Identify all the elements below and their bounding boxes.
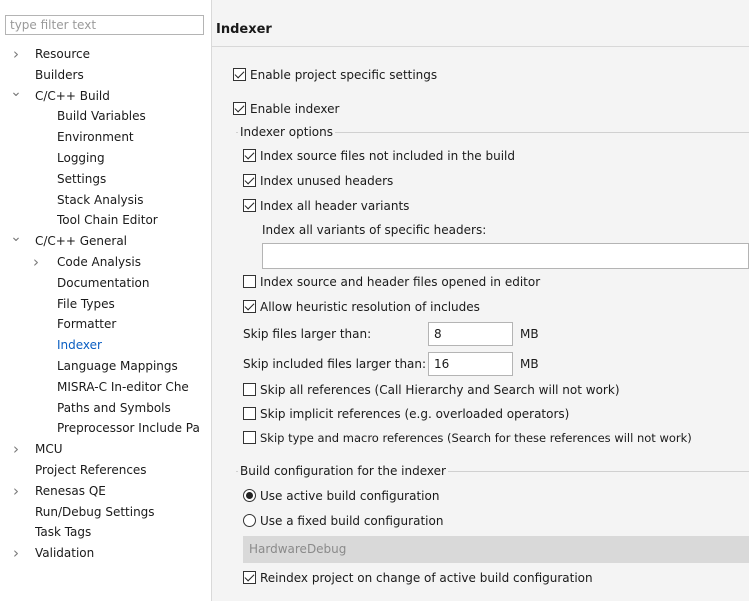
tree-item-label: Build Variables <box>57 109 146 123</box>
tree-item[interactable]: › Renesas QE <box>0 481 211 501</box>
radio-selected-icon <box>243 489 256 502</box>
tree-item[interactable]: › MCU <box>0 439 211 459</box>
tree-item[interactable]: Project References <box>0 460 211 480</box>
checkbox-checked-icon <box>243 199 256 212</box>
tree-item-label: Run/Debug Settings <box>35 505 155 519</box>
checkbox-unchecked-icon <box>243 275 256 288</box>
filter-input[interactable] <box>5 15 204 35</box>
build-config-group-label: Build configuration for the indexer <box>238 462 448 480</box>
tree-item-label: MCU <box>35 442 63 456</box>
tree-item[interactable]: Stack Analysis <box>0 190 211 210</box>
tree-item-label: Project References <box>35 463 147 477</box>
tree-item[interactable]: Language Mappings <box>0 356 211 376</box>
checkbox-unchecked-icon <box>243 431 256 444</box>
tree-item[interactable]: Documentation <box>0 273 211 293</box>
tree-item-label: Tool Chain Editor <box>57 213 158 227</box>
checkbox-checked-icon <box>243 149 256 162</box>
tree-item[interactable]: Tool Chain Editor <box>0 210 211 230</box>
tree-item-label: Logging <box>57 151 105 165</box>
chevron-down-icon[interactable]: ⌄ <box>9 227 23 247</box>
radio-unselected-icon <box>243 514 256 527</box>
skip-files-larger-input[interactable]: 8 <box>428 322 513 346</box>
tree-item[interactable]: Build Variables <box>0 106 211 126</box>
tree-item[interactable]: ⌄ C/C++ Build <box>0 84 211 106</box>
tree-item-label: Stack Analysis <box>57 193 144 207</box>
tree-item-label: Resource <box>35 47 91 61</box>
tree-item[interactable]: Logging <box>0 148 211 168</box>
indexer-properties-page: Indexer Enable project specific settings… <box>212 0 749 601</box>
chevron-right-icon[interactable]: › <box>29 252 43 272</box>
tree-item[interactable]: Paths and Symbols <box>0 398 211 418</box>
checkbox-checked-icon <box>233 68 246 81</box>
tree-item-label: Preprocessor Include Pa <box>57 421 200 435</box>
tree-item-label: Task Tags <box>35 525 92 539</box>
tree-item-label: Code Analysis <box>57 255 141 269</box>
tree-item[interactable]: MISRA-C In-editor Che <box>0 377 211 397</box>
tree-item[interactable]: Settings <box>0 169 211 189</box>
skip-included-larger-label: Skip included files larger than: <box>243 357 427 371</box>
page-header: Indexer <box>212 0 749 47</box>
tree-item[interactable]: › Code Analysis <box>0 252 211 272</box>
variants-specific-headers-field[interactable] <box>262 243 749 269</box>
tree-item[interactable]: Run/Debug Settings <box>0 502 211 522</box>
tree-item-label: Settings <box>57 172 107 186</box>
chevron-right-icon[interactable]: › <box>9 44 23 64</box>
tree-item[interactable]: Environment <box>0 127 211 147</box>
tree-item-label: Renesas QE <box>35 484 106 498</box>
tree-item-label: Paths and Symbols <box>57 401 171 415</box>
tree-item-label: Validation <box>35 546 95 560</box>
chevron-right-icon[interactable]: › <box>9 543 23 563</box>
checkbox-unchecked-icon <box>243 407 256 420</box>
tree-item-label: C/C++ General <box>35 234 128 248</box>
tree-item-label: Environment <box>57 130 134 144</box>
tree-item[interactable]: › Validation <box>0 543 211 563</box>
tree-item[interactable]: Task Tags <box>0 522 211 542</box>
tree-item-label: MISRA-C In-editor Che <box>57 380 189 394</box>
skip-files-larger-unit: MB <box>520 327 539 341</box>
tree-item-label: Language Mappings <box>57 359 178 373</box>
tree-item[interactable]: File Types <box>0 294 211 314</box>
tree-item-label: Formatter <box>57 317 117 331</box>
checkbox-checked-icon <box>233 102 246 115</box>
tree-item-label: C/C++ Build <box>35 89 110 103</box>
checkbox-checked-icon <box>243 571 256 584</box>
tree-item[interactable]: Builders <box>0 65 211 85</box>
tree-item-label: File Types <box>57 297 115 311</box>
page-title: Indexer <box>216 22 272 37</box>
tree-item[interactable]: Indexer <box>0 335 211 355</box>
checkbox-unchecked-icon <box>243 383 256 396</box>
skip-included-larger-input[interactable]: 16 <box>428 352 513 376</box>
tree-item[interactable]: › Resource <box>0 44 211 64</box>
tree-item[interactable]: Preprocessor Include Pa <box>0 418 211 438</box>
checkbox-checked-icon <box>243 174 256 187</box>
chevron-right-icon[interactable]: › <box>9 481 23 501</box>
tree-item-label: Builders <box>35 68 84 82</box>
indexer-options-group-label: Indexer options <box>238 123 335 141</box>
tree-item-label: Documentation <box>57 276 150 290</box>
skip-files-larger-label: Skip files larger than: <box>243 327 372 341</box>
checkbox-checked-icon <box>243 300 256 313</box>
tree-item[interactable]: Formatter <box>0 314 211 334</box>
fixed-build-config-combo[interactable]: HardwareDebug <box>243 536 749 563</box>
chevron-right-icon[interactable]: › <box>9 439 23 459</box>
preferences-tree-panel: › Resource Builders ⌄ C/C++ Build Build Varia… <box>0 0 211 601</box>
tree-item[interactable]: ⌄ C/C++ General <box>0 229 211 251</box>
chevron-down-icon[interactable]: ⌄ <box>9 82 23 102</box>
skip-included-larger-unit: MB <box>520 357 539 371</box>
tree-item-label: Indexer <box>57 338 102 352</box>
variants-specific-headers-label: Index all variants of specific headers: <box>262 223 487 237</box>
